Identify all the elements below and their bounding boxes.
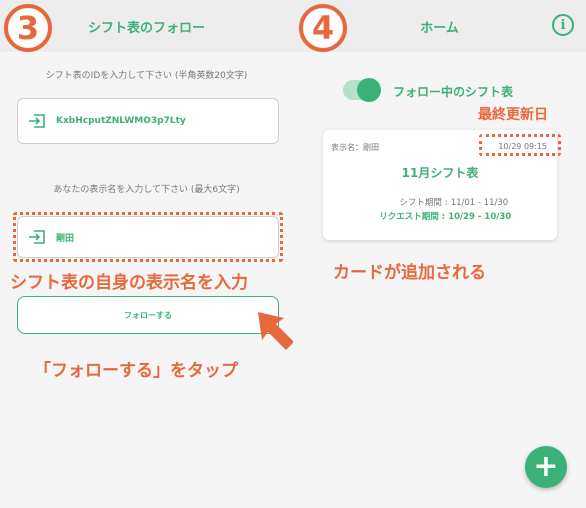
step-3-badge: 3 <box>4 4 52 52</box>
info-icon[interactable]: i <box>552 14 574 36</box>
updated-highlight-outline <box>479 134 561 156</box>
login-arrow-icon <box>29 114 45 128</box>
request-period-value: 10/29 - 10/30 <box>448 212 512 222</box>
annotation-card-added: カードが追加される <box>333 263 486 283</box>
name-field-label: あなたの表示名を入力して下さい (最大6文字) <box>53 185 240 195</box>
toggle-knob[interactable] <box>357 78 381 102</box>
request-period-label: リクエスト期間 <box>379 212 439 222</box>
annotation-tap-follow: 「フォローする」をタップ <box>34 361 238 381</box>
pointer-arrow-icon <box>258 312 294 350</box>
annotation-enter-name: シフト表の自身の表示名を入力 <box>10 273 248 293</box>
shift-period-label: シフト期間 <box>399 198 442 208</box>
card-title: 11月シフト表 <box>401 166 479 180</box>
shift-id-input[interactable]: KxbHcputZNLWMO3p7Lty <box>17 98 279 144</box>
card-display-name: 表示名：剛田 <box>331 143 379 152</box>
id-field-label: シフト表のIDを入力して下さい (半角英数20文字) <box>45 71 248 81</box>
page-title: ホーム <box>420 20 459 36</box>
following-toggle-label: フォロー中のシフト表 <box>393 85 514 99</box>
shift-period-value: 11/01 - 11/30 <box>450 198 509 208</box>
add-button[interactable]: + <box>525 446 567 488</box>
name-highlight-outline <box>13 212 283 262</box>
home-screen: ホーム i 4 フォロー中のシフト表 最終更新日 表示名：剛田 10/29 09… <box>293 0 586 508</box>
shift-id-value: KxbHcputZNLWMO3p7Lty <box>56 116 186 126</box>
follow-button[interactable]: フォローする <box>17 296 279 334</box>
card-shift-period: シフト期間:11/01 - 11/30 <box>323 196 557 208</box>
follow-shift-screen: ‹ シフト表のフォロー 3 シフト表のIDを入力して下さい (半角英数20文字)… <box>0 0 294 508</box>
step-4-badge: 4 <box>299 4 347 52</box>
card-request-period: リクエスト期間:10/29 - 10/30 <box>323 210 557 222</box>
page-title: シフト表のフォロー <box>87 20 205 36</box>
annotation-last-updated: 最終更新日 <box>478 107 548 123</box>
